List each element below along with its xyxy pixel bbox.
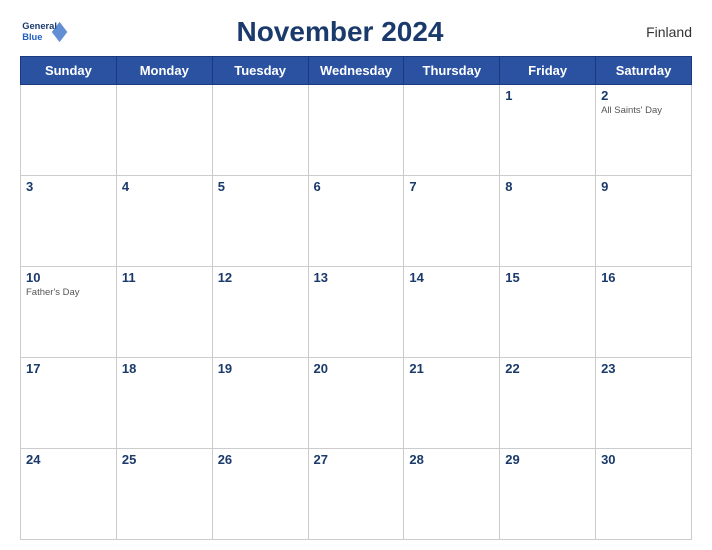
day-number: 24 [26,452,111,467]
day-number: 13 [314,270,399,285]
day-cell: 12 [212,267,308,358]
day-cell: 28 [404,449,500,540]
day-number: 2 [601,88,686,103]
day-cell: 23 [596,358,692,449]
day-cell: 16 [596,267,692,358]
header-friday: Friday [500,57,596,85]
day-number: 8 [505,179,590,194]
day-number: 22 [505,361,590,376]
day-number: 25 [122,452,207,467]
calendar-header: General Blue November 2024 Finland [20,10,692,52]
day-number: 15 [505,270,590,285]
day-cell: 8 [500,176,596,267]
header-saturday: Saturday [596,57,692,85]
day-cell: 29 [500,449,596,540]
day-cell: 11 [116,267,212,358]
day-cell: 15 [500,267,596,358]
header-thursday: Thursday [404,57,500,85]
country-label: Finland [612,24,692,40]
week-row-1: 12 All Saints' Day [21,85,692,176]
day-number: 4 [122,179,207,194]
day-number: 20 [314,361,399,376]
day-cell: 30 [596,449,692,540]
day-number: 1 [505,88,590,103]
day-cell: 18 [116,358,212,449]
day-cell: 24 [21,449,117,540]
svg-text:General: General [22,21,57,31]
week-row-3: 10 Father's Day 11 12 13 14 15 16 [21,267,692,358]
header-tuesday: Tuesday [212,57,308,85]
day-cell: 4 [116,176,212,267]
day-cell: 7 [404,176,500,267]
day-cell: 3 [21,176,117,267]
week-row-2: 3456789 [21,176,692,267]
day-number: 17 [26,361,111,376]
header-monday: Monday [116,57,212,85]
day-cell [116,85,212,176]
day-cell: 26 [212,449,308,540]
week-row-4: 17 18 19 20 21 22 23 [21,358,692,449]
day-number: 11 [122,270,207,285]
day-number: 7 [409,179,494,194]
day-number: 14 [409,270,494,285]
day-number: 21 [409,361,494,376]
day-number: 26 [218,452,303,467]
day-cell: 1 [500,85,596,176]
day-cell: 14 [404,267,500,358]
header-wednesday: Wednesday [308,57,404,85]
day-cell: 17 [21,358,117,449]
week-row-5: 24 25 26 27 28 29 30 [21,449,692,540]
day-cell [404,85,500,176]
day-cell: 21 [404,358,500,449]
day-cell: 22 [500,358,596,449]
day-number: 6 [314,179,399,194]
day-number: 9 [601,179,686,194]
day-cell: 6 [308,176,404,267]
day-cell: 2 All Saints' Day [596,85,692,176]
day-number: 5 [218,179,303,194]
calendar-title: November 2024 [68,16,612,48]
day-number: 10 [26,270,111,285]
day-number: 27 [314,452,399,467]
calendar-body: 12All Saints' Day345678910Father's Day11… [21,85,692,540]
day-number: 30 [601,452,686,467]
logo: General Blue [20,18,68,46]
day-cell: 13 [308,267,404,358]
day-cell: 20 [308,358,404,449]
day-number: 12 [218,270,303,285]
day-number: 28 [409,452,494,467]
day-number: 16 [601,270,686,285]
day-cell: 27 [308,449,404,540]
calendar-table: Sunday Monday Tuesday Wednesday Thursday… [20,56,692,540]
day-number: 3 [26,179,111,194]
day-cell: 19 [212,358,308,449]
day-cell: 5 [212,176,308,267]
day-number: 23 [601,361,686,376]
day-number: 29 [505,452,590,467]
day-cell: 10 Father's Day [21,267,117,358]
day-number: 19 [218,361,303,376]
svg-text:Blue: Blue [22,32,42,42]
holiday-label: All Saints' Day [601,105,686,116]
day-cell: 9 [596,176,692,267]
day-cell [308,85,404,176]
days-header-row: Sunday Monday Tuesday Wednesday Thursday… [21,57,692,85]
day-number: 18 [122,361,207,376]
day-cell [212,85,308,176]
day-cell [21,85,117,176]
day-cell: 25 [116,449,212,540]
header-sunday: Sunday [21,57,117,85]
holiday-label: Father's Day [26,287,111,298]
